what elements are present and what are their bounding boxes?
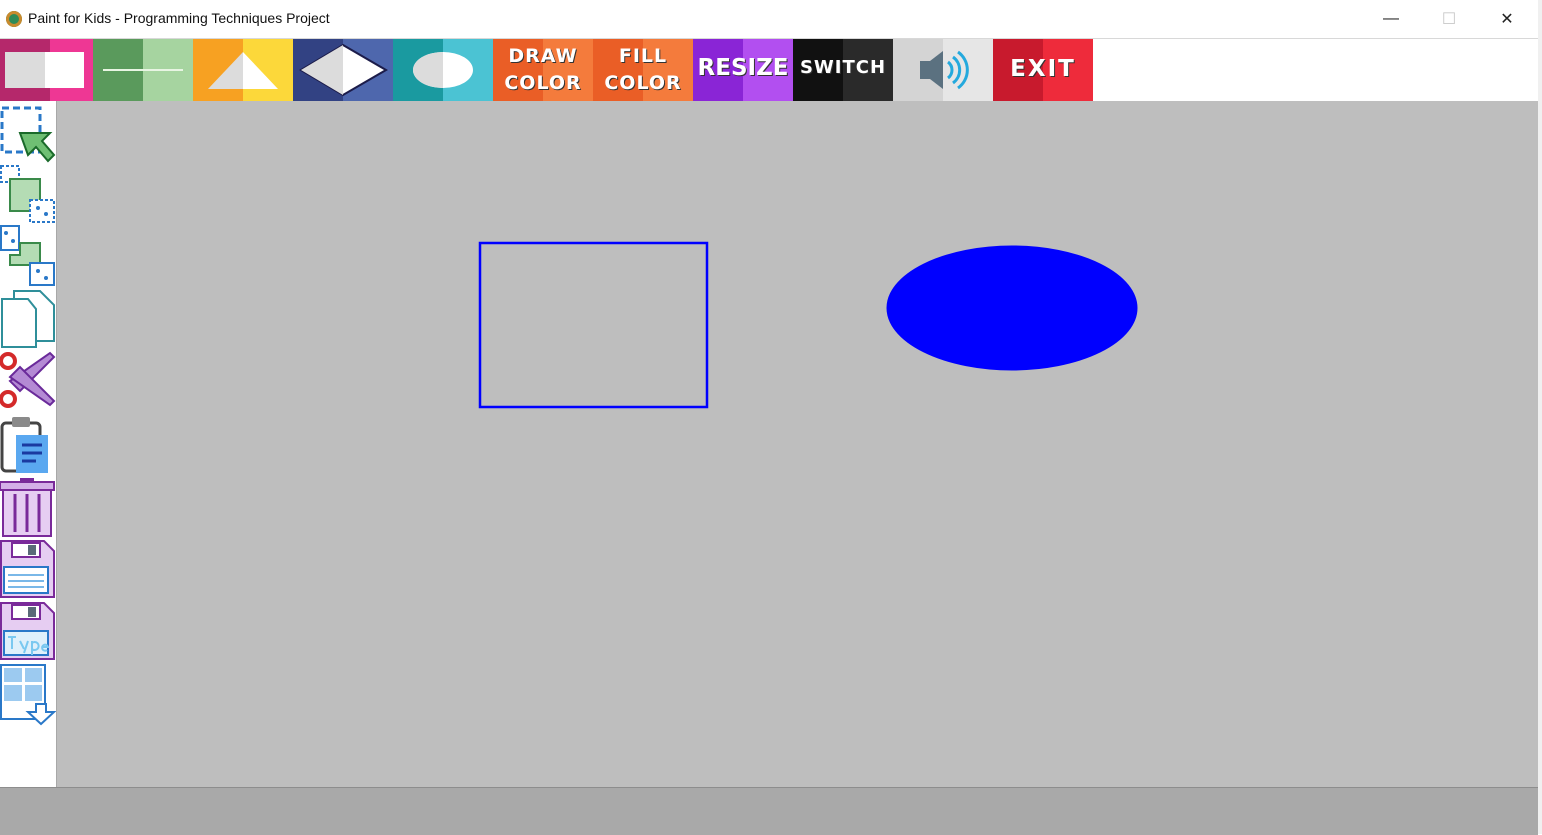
minimize-button[interactable]: — bbox=[1362, 0, 1420, 38]
rectangle-icon bbox=[5, 52, 84, 88]
select-icon bbox=[0, 106, 56, 163]
line-tool-button[interactable] bbox=[93, 39, 193, 101]
fill-color-button[interactable]: FILL COLOR bbox=[593, 39, 693, 101]
status-bar bbox=[0, 787, 1538, 835]
save-tool-button[interactable] bbox=[0, 539, 56, 601]
resize-button[interactable]: RESIZE bbox=[693, 39, 793, 101]
drawing-canvas[interactable] bbox=[57, 101, 1538, 787]
app-icon bbox=[6, 11, 22, 27]
title-bar: Paint for Kids - Programming Techniques … bbox=[0, 0, 1538, 39]
toolbar: DRAW COLOR FILL COLOR RESIZE SWITCH EXIT bbox=[0, 39, 1538, 102]
copy-icon bbox=[0, 165, 55, 223]
ellipse-icon bbox=[413, 52, 473, 88]
paste-tool-button[interactable] bbox=[0, 415, 56, 477]
new-page-icon bbox=[1, 290, 55, 348]
canvas-ellipse-shape[interactable] bbox=[886, 245, 1138, 371]
draw-color-button[interactable]: DRAW COLOR bbox=[493, 39, 593, 101]
maximize-button[interactable]: ☐ bbox=[1420, 0, 1478, 38]
exit-label: EXIT bbox=[1010, 56, 1076, 82]
save-icon bbox=[0, 540, 55, 598]
fill-color-label-line1: FILL bbox=[618, 45, 668, 67]
new-page-tool-button[interactable] bbox=[0, 289, 56, 351]
cut-icon bbox=[0, 351, 56, 408]
sound-button[interactable] bbox=[893, 39, 993, 101]
line-icon bbox=[103, 69, 183, 71]
canvas-rectangle-shape[interactable] bbox=[478, 241, 709, 409]
copy-tool-button[interactable] bbox=[0, 165, 56, 227]
draw-color-label-line2: COLOR bbox=[504, 72, 582, 94]
load-icon bbox=[0, 664, 57, 726]
select-tool-button[interactable] bbox=[0, 105, 56, 167]
paste-icon bbox=[0, 417, 48, 473]
save-type-icon bbox=[0, 602, 55, 660]
close-button[interactable]: ✕ bbox=[1478, 0, 1536, 38]
window-border bbox=[1538, 0, 1542, 834]
switch-label: SWITCH bbox=[799, 57, 887, 78]
delete-tool-button[interactable] bbox=[0, 478, 56, 540]
save-type-tool-button[interactable] bbox=[0, 601, 56, 663]
window-title: Paint for Kids - Programming Techniques … bbox=[28, 10, 330, 26]
switch-button[interactable]: SWITCH bbox=[793, 39, 893, 101]
speaker-icon bbox=[920, 50, 969, 90]
triangle-icon bbox=[208, 52, 278, 89]
rhombus-icon bbox=[299, 43, 388, 97]
rhombus-tool-button[interactable] bbox=[293, 39, 393, 101]
left-toolbar bbox=[0, 101, 57, 787]
cut-tool-button[interactable] bbox=[0, 351, 56, 413]
load-tool-button[interactable] bbox=[0, 664, 57, 726]
triangle-tool-button[interactable] bbox=[193, 39, 293, 101]
move-tool-button[interactable] bbox=[0, 225, 56, 287]
move-icon bbox=[0, 225, 55, 286]
ellipse-tool-button[interactable] bbox=[393, 39, 493, 101]
fill-color-label-line2: COLOR bbox=[604, 72, 682, 94]
draw-color-label-line1: DRAW bbox=[508, 45, 578, 67]
resize-label: RESIZE bbox=[697, 55, 789, 81]
delete-icon bbox=[0, 478, 55, 537]
exit-button[interactable]: EXIT bbox=[993, 39, 1093, 101]
rectangle-tool-button[interactable] bbox=[0, 39, 100, 101]
